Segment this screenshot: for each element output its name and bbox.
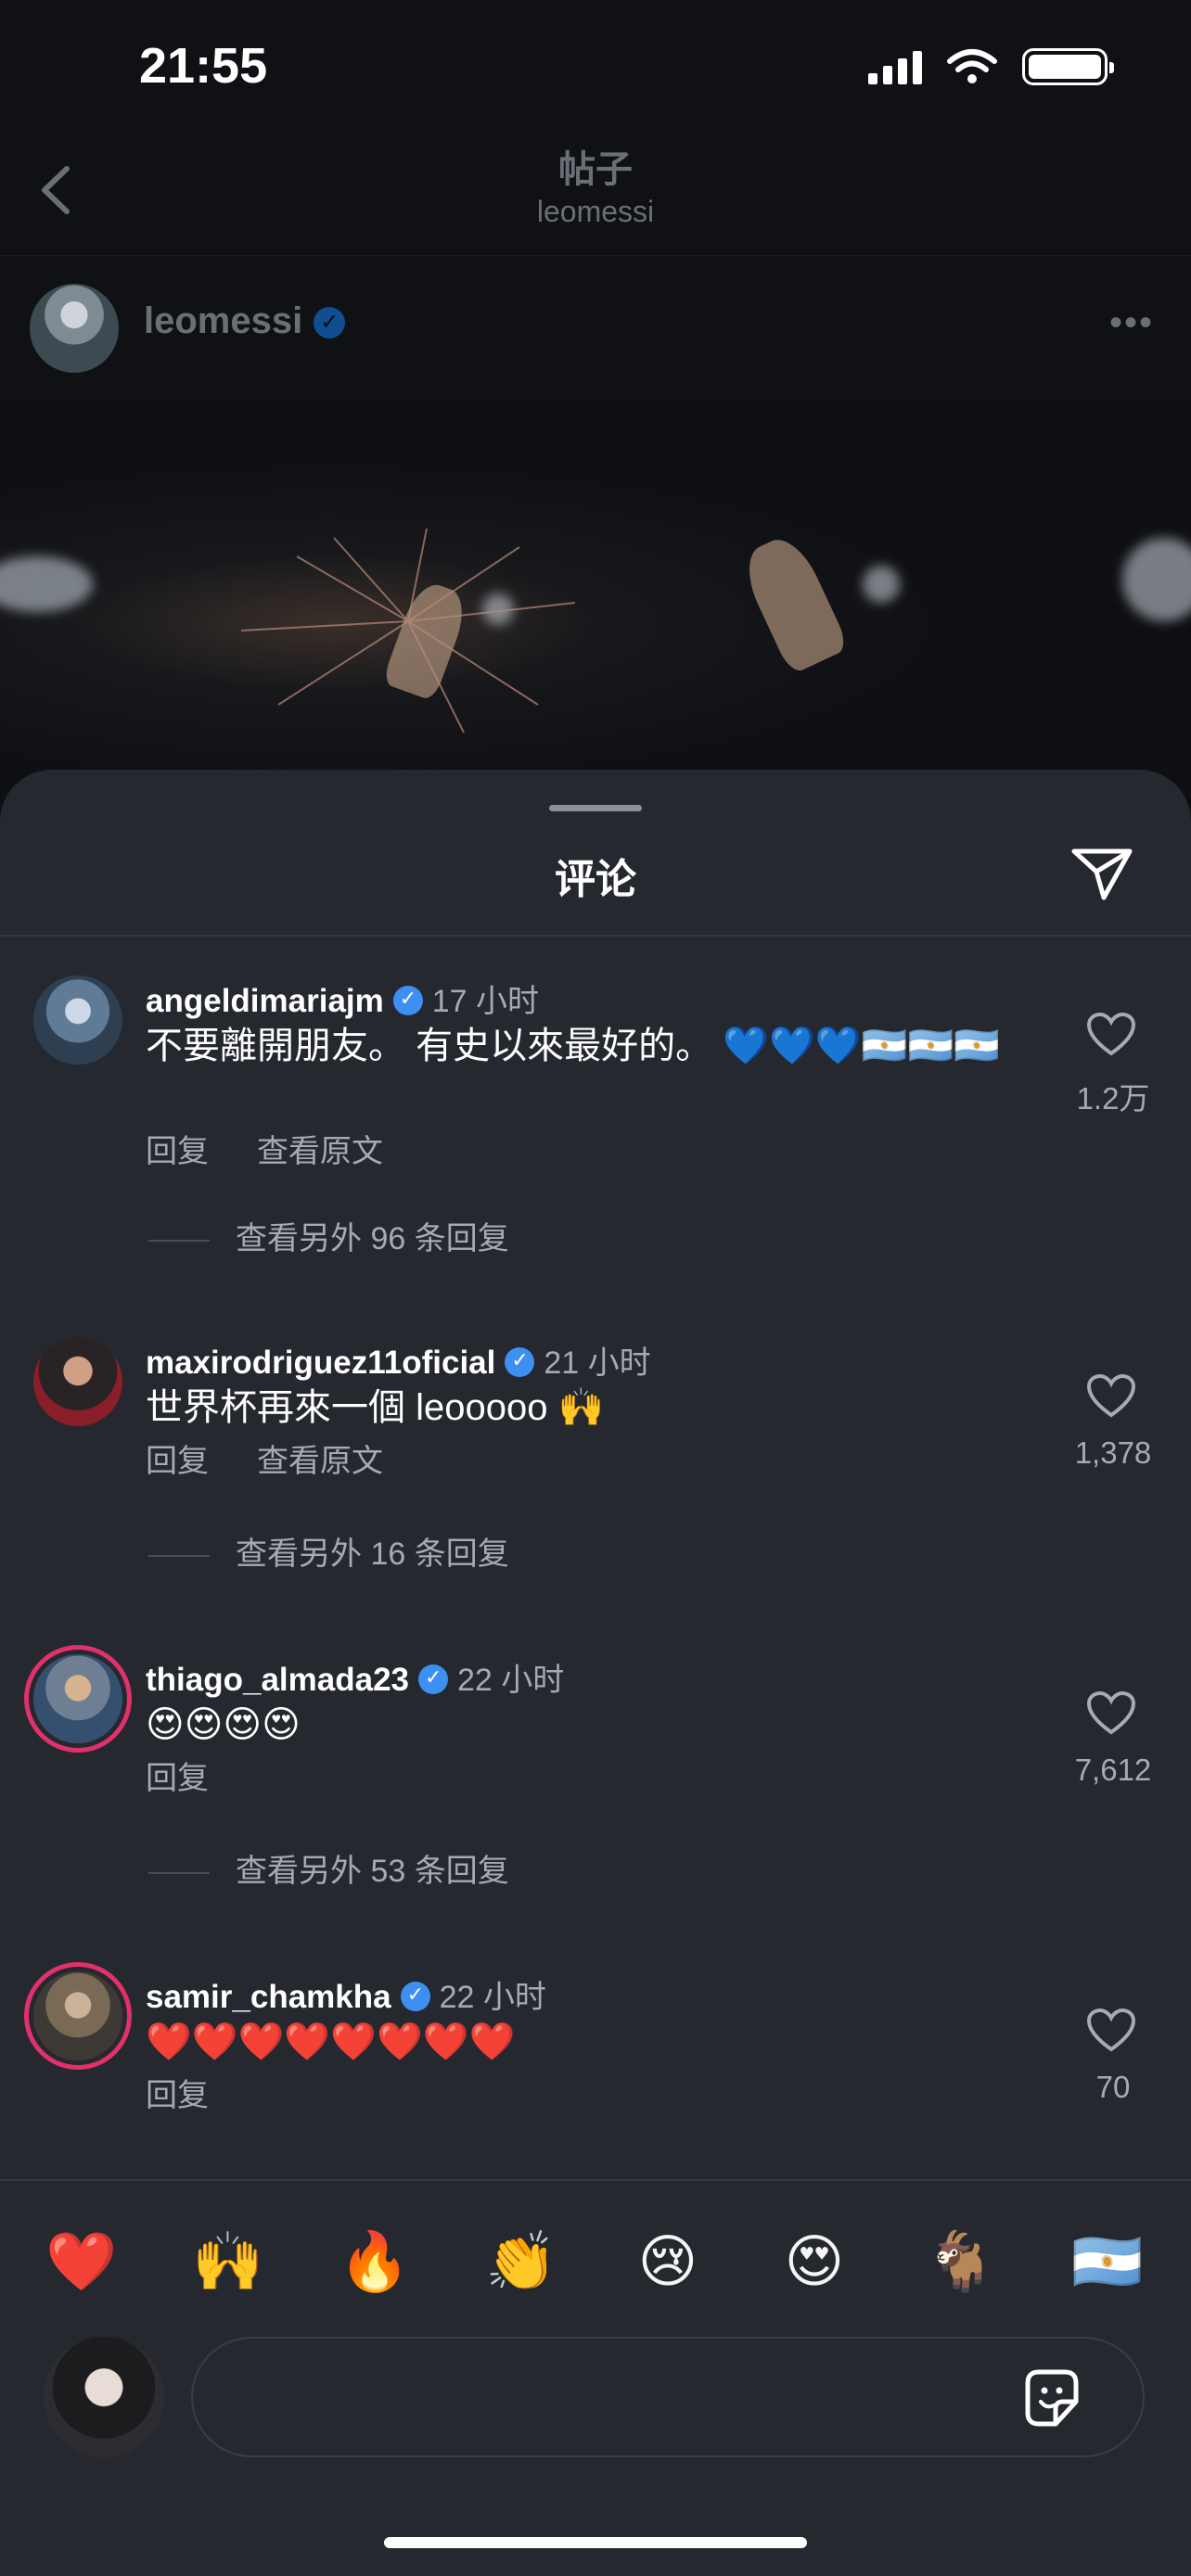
author-username[interactable]: leomessi [144, 300, 346, 342]
page-subtitle: leomessi [536, 195, 655, 228]
commenter-avatar[interactable] [33, 976, 122, 1065]
emoji-raised-hands[interactable]: 🙌 [182, 2216, 275, 2309]
view-more-replies[interactable]: 查看另外 16 条回复 [148, 1528, 509, 1574]
view-more-replies[interactable]: 查看另外 96 条回复 [148, 1213, 509, 1258]
commenter-avatar[interactable] [33, 1971, 122, 2060]
comment-actions: 回复 查看原文 [146, 1126, 431, 1171]
comment-text: ❤️❤️❤️❤️❤️❤️❤️❤️ [146, 2021, 516, 2062]
reply-button[interactable]: 回复 [146, 2078, 209, 2113]
battery-icon [1022, 48, 1114, 85]
commenter-avatar[interactable] [33, 1654, 122, 1743]
verified-icon [400, 1982, 430, 2011]
more-options-icon[interactable]: ••• [1109, 302, 1154, 344]
comment-actions: 回复 [146, 2070, 257, 2115]
commenter-avatar[interactable] [33, 1337, 122, 1426]
emoji-goat[interactable]: 🐐 [915, 2216, 1007, 2309]
commenter-username-text: maxirodriguez11oficial [146, 1345, 496, 1381]
commenter-username-text: samir_chamkha [146, 1979, 391, 2015]
post-image [0, 399, 1191, 807]
wifi-icon [947, 49, 997, 83]
verified-icon [392, 986, 423, 1015]
emoji-argentina-flag[interactable]: 🇦🇷 [1061, 2216, 1154, 2309]
post-author-row: leomessi ••• [0, 255, 1191, 401]
like-count: 1.2万 [1076, 1081, 1150, 1116]
emoji-fire[interactable]: 🔥 [328, 2216, 421, 2309]
status-time: 21:55 [139, 38, 268, 94]
like-count: 1,378 [1074, 1435, 1152, 1470]
reply-button[interactable]: 回复 [146, 1761, 209, 1796]
comment-input[interactable] [191, 2337, 1145, 2457]
emoji-heart-eyes[interactable]: 😍 [768, 2216, 861, 2309]
like-heart-icon[interactable] [1087, 1013, 1135, 1057]
emoji-clap[interactable]: 👏 [475, 2216, 568, 2309]
comments-sheet: 评论 angeldimariajm 17 小时 不要離開朋友。 有史以來最好的。 … [0, 770, 1191, 2576]
author-avatar[interactable] [30, 284, 119, 373]
like-count: 7,612 [1074, 1753, 1152, 1787]
comment-time: 21 小时 [544, 1345, 651, 1381]
sheet-divider [0, 935, 1191, 937]
like-heart-icon[interactable] [1087, 1691, 1135, 1736]
like-heart-icon[interactable] [1087, 2009, 1135, 2053]
view-more-replies[interactable]: 查看另外 53 条回复 [148, 1845, 509, 1891]
commenter-username[interactable]: maxirodriguez11oficial 21 小时 [146, 1337, 651, 1383]
signal-icon [868, 49, 922, 84]
comment-actions: 回复 查看原文 [146, 1435, 431, 1481]
post-header: 帖子 leomessi [0, 139, 1191, 255]
commenter-username[interactable]: angeldimariajm 17 小时 [146, 976, 539, 1021]
fireworks-graphic [240, 529, 576, 733]
input-divider [0, 2179, 1191, 2181]
verified-icon [314, 307, 346, 339]
status-icons [868, 48, 1114, 85]
see-translation-button[interactable]: 查看原文 [257, 1444, 383, 1479]
comment-time: 17 小时 [431, 984, 540, 1019]
comment-time: 22 小时 [439, 1980, 546, 2015]
comment-text: 不要離開朋友。 有史以來最好的。 💙💙💙🇦🇷🇦🇷🇦🇷 [146, 1026, 1001, 1066]
home-indicator[interactable] [384, 2537, 807, 2548]
verified-icon [505, 1347, 535, 1377]
like-count: 70 [1095, 2070, 1131, 2104]
author-username-text: leomessi [144, 300, 303, 341]
sticker-icon[interactable] [1018, 2365, 1085, 2431]
sheet-grabber[interactable] [549, 805, 642, 811]
comment-input-row [0, 2337, 1191, 2476]
see-translation-button[interactable]: 查看原文 [257, 1134, 383, 1169]
commenter-username-text: angeldimariajm [146, 983, 384, 1019]
page-title: 帖子 [558, 149, 633, 190]
verified-icon [418, 1664, 448, 1694]
emoji-heart[interactable]: ❤️ [35, 2216, 128, 2309]
comments-title: 评论 [555, 857, 636, 902]
like-heart-icon[interactable] [1087, 1374, 1135, 1419]
comment-time: 22 小时 [457, 1663, 565, 1698]
commenter-username[interactable]: thiago_almada23 22 小时 [146, 1654, 564, 1700]
status-bar: 21:55 [0, 0, 1191, 139]
current-user-avatar [44, 2337, 164, 2457]
emoji-crying[interactable]: 😢 [621, 2216, 714, 2309]
comment-text: 😍😍😍😍 [146, 1704, 301, 1745]
emoji-quick-bar: ❤️ 🙌 🔥 👏 😢 😍 🐐 🇦🇷 [0, 2216, 1191, 2318]
commenter-username[interactable]: samir_chamkha 22 小时 [146, 1971, 546, 2017]
commenter-username-text: thiago_almada23 [146, 1662, 409, 1698]
comment-actions: 回复 [146, 1753, 257, 1798]
comment-text: 世界杯再來一個 leooooo 🙌 [146, 1387, 605, 1428]
reply-button[interactable]: 回复 [146, 1444, 209, 1479]
reply-button[interactable]: 回复 [146, 1134, 209, 1169]
share-icon[interactable] [1069, 844, 1135, 903]
